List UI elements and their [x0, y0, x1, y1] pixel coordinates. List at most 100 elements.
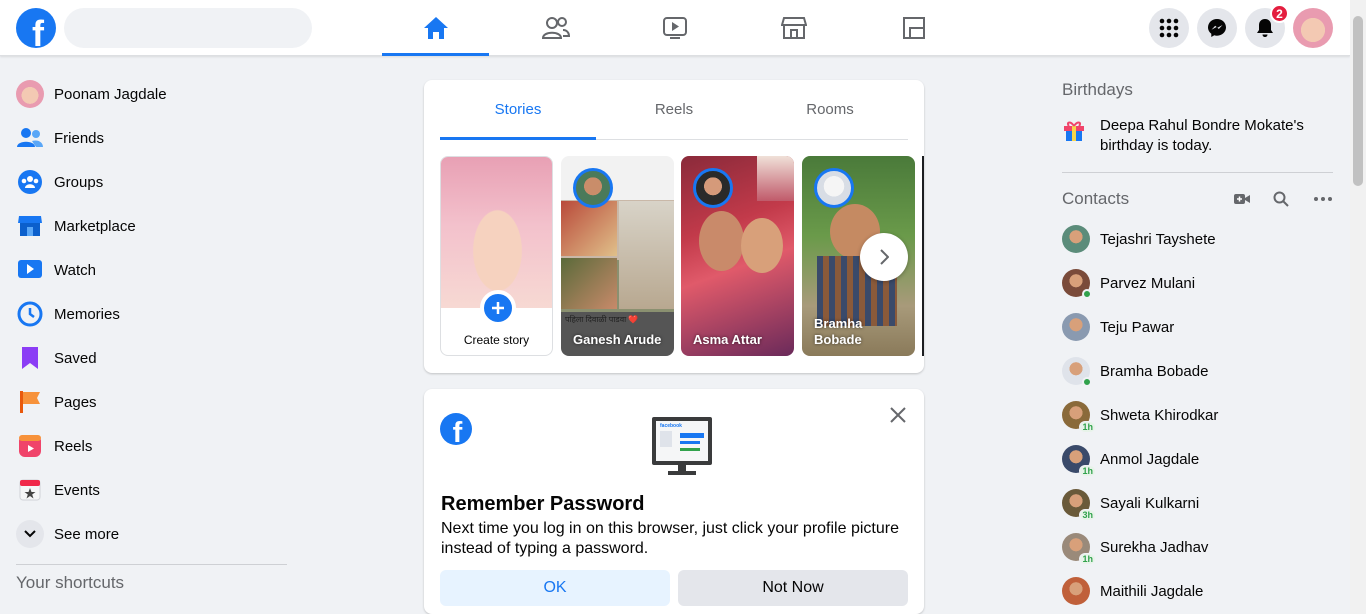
- gift-icon: [1064, 121, 1084, 141]
- sidebar-item-groups[interactable]: Groups: [8, 160, 298, 204]
- close-button[interactable]: [888, 405, 908, 425]
- plus-icon[interactable]: [480, 290, 516, 326]
- watch-icon: [16, 256, 44, 284]
- story-face: [699, 211, 744, 271]
- story-author: Bramha Bobade: [814, 316, 863, 347]
- contact-name: Teju Pawar: [1100, 318, 1175, 336]
- sidebar-item-label: Events: [54, 481, 100, 499]
- last-active-badge: 1h: [1079, 465, 1096, 477]
- sidebar-item-label: See more: [54, 525, 120, 543]
- contact-item[interactable]: 1h Surekha Jadhav: [1054, 525, 1340, 569]
- birthday-name[interactable]: Deepa Rahul Bondre Mokate: [1100, 117, 1293, 134]
- story-card[interactable]: पहिला दिवाळी पाडवा ❤️ Ganesh Arude: [561, 156, 674, 356]
- nav-marketplace-tab[interactable]: [740, 0, 847, 56]
- sidebar-item-marketplace[interactable]: Marketplace: [8, 204, 298, 248]
- contact-item[interactable]: Parvez Mulani: [1054, 261, 1340, 305]
- contact-avatar: [1062, 313, 1090, 341]
- create-story-card[interactable]: Create story: [440, 156, 553, 356]
- search-contacts-button[interactable]: [1271, 189, 1291, 209]
- top-navigation-bar: f 2: [0, 0, 1350, 56]
- contact-item[interactable]: Bramha Bobade: [1054, 349, 1340, 393]
- profile-avatar: [16, 80, 44, 108]
- sidebar-item-label: Memories: [54, 305, 120, 323]
- story-avatar: [573, 168, 613, 208]
- sidebar-item-events[interactable]: Events: [8, 468, 298, 512]
- nav-friends-tab[interactable]: [502, 0, 609, 56]
- last-active-badge: 1h: [1079, 553, 1096, 565]
- story-photo: [561, 201, 617, 256]
- notification-badge: 2: [1270, 4, 1289, 23]
- video-camera-icon: [1234, 194, 1250, 204]
- facebook-logo: f: [440, 413, 472, 445]
- sidebar-item-saved[interactable]: Saved: [8, 336, 298, 380]
- contact-name: Bramha Bobade: [1100, 362, 1209, 380]
- sidebar-item-label: Saved: [54, 349, 97, 367]
- reels-icon: [16, 432, 44, 460]
- contact-avatar: [1062, 577, 1090, 605]
- marketplace-icon: [780, 17, 807, 39]
- contact-name: Sayali Kulkarni: [1100, 494, 1200, 512]
- sidebar-item-pages[interactable]: Pages: [8, 380, 298, 424]
- contacts-options-button[interactable]: [1313, 189, 1333, 209]
- contacts-list: Tejashri Tayshete Parvez Mulani Teju Pawar…: [1054, 217, 1340, 613]
- stories-next-button[interactable]: [860, 233, 908, 281]
- contact-item[interactable]: Tejashri Tayshete: [1054, 217, 1340, 261]
- account-avatar[interactable]: [1293, 8, 1333, 48]
- friends-icon: [541, 17, 570, 39]
- sidebar-item-label: Reels: [54, 437, 93, 455]
- story-photo: [561, 258, 617, 309]
- contacts-title: Contacts: [1062, 189, 1130, 208]
- contacts-header: Contacts: [1054, 181, 1340, 217]
- password-card-title: Remember Password: [441, 493, 645, 515]
- facebook-logo[interactable]: f: [16, 8, 56, 48]
- sidebar-item-label: Groups: [54, 173, 104, 191]
- tab-reels[interactable]: Reels: [596, 80, 752, 139]
- sidebar-item-memories[interactable]: Memories: [8, 292, 298, 336]
- sidebar-item-profile[interactable]: Poonam Jagdale: [8, 72, 298, 116]
- contact-avatar: 1h: [1062, 533, 1096, 565]
- shortcuts-title: Your shortcuts: [16, 573, 125, 592]
- not-now-button[interactable]: Not Now: [678, 570, 908, 606]
- contact-item[interactable]: Teju Pawar: [1054, 305, 1340, 349]
- contact-avatar: 1h: [1062, 445, 1096, 477]
- story-photo: [619, 201, 674, 309]
- story-avatar: [693, 168, 733, 208]
- scrollbar-thumb[interactable]: [1353, 16, 1363, 186]
- sidebar-item-reels[interactable]: Reels: [8, 424, 298, 468]
- notifications-button[interactable]: 2: [1245, 4, 1289, 48]
- grid-menu-icon: [1159, 18, 1179, 38]
- story-caption: पहिला दिवाळी पाडवा ❤️: [565, 315, 639, 324]
- sidebar-item-friends[interactable]: Friends: [8, 116, 298, 160]
- contact-avatar: [1062, 225, 1090, 253]
- story-edge: [922, 156, 924, 356]
- story-photo: [757, 156, 794, 201]
- story-card[interactable]: Asma Attar: [681, 156, 794, 356]
- home-icon: [423, 17, 448, 39]
- sidebar-item-label: Marketplace: [54, 217, 136, 235]
- ok-button[interactable]: OK: [440, 570, 670, 606]
- birthday-item[interactable]: Deepa Rahul Bondre Mokate's birthday is …: [1054, 108, 1340, 156]
- nav-gaming-tab[interactable]: [860, 0, 967, 56]
- contact-avatar: [1062, 357, 1092, 387]
- contact-avatar: 1h: [1062, 401, 1096, 433]
- contact-item[interactable]: 3h Sayali Kulkarni: [1054, 481, 1340, 525]
- messenger-button[interactable]: [1197, 8, 1237, 48]
- stories-tabs: Stories Reels Rooms: [440, 80, 908, 140]
- nav-watch-tab[interactable]: [621, 0, 728, 56]
- tab-stories[interactable]: Stories: [440, 80, 596, 140]
- page-scrollbar[interactable]: [1350, 0, 1366, 614]
- contact-item[interactable]: 1h Shweta Khirodkar: [1054, 393, 1340, 437]
- sidebar-item-watch[interactable]: Watch: [8, 248, 298, 292]
- illustration-label: facebook: [660, 423, 682, 429]
- contact-name: Maithili Jagdale: [1100, 582, 1204, 600]
- new-room-button[interactable]: [1232, 189, 1252, 209]
- search-input[interactable]: [64, 8, 312, 48]
- tab-rooms[interactable]: Rooms: [752, 80, 908, 139]
- sidebar-item-see-more[interactable]: See more: [8, 512, 298, 556]
- menu-button[interactable]: [1149, 8, 1189, 48]
- online-indicator: [1082, 289, 1092, 299]
- nav-home-tab[interactable]: [382, 0, 489, 56]
- contact-item[interactable]: Maithili Jagdale: [1054, 569, 1340, 613]
- contact-item[interactable]: 1h Anmol Jagdale: [1054, 437, 1340, 481]
- contact-avatar: [1062, 269, 1092, 299]
